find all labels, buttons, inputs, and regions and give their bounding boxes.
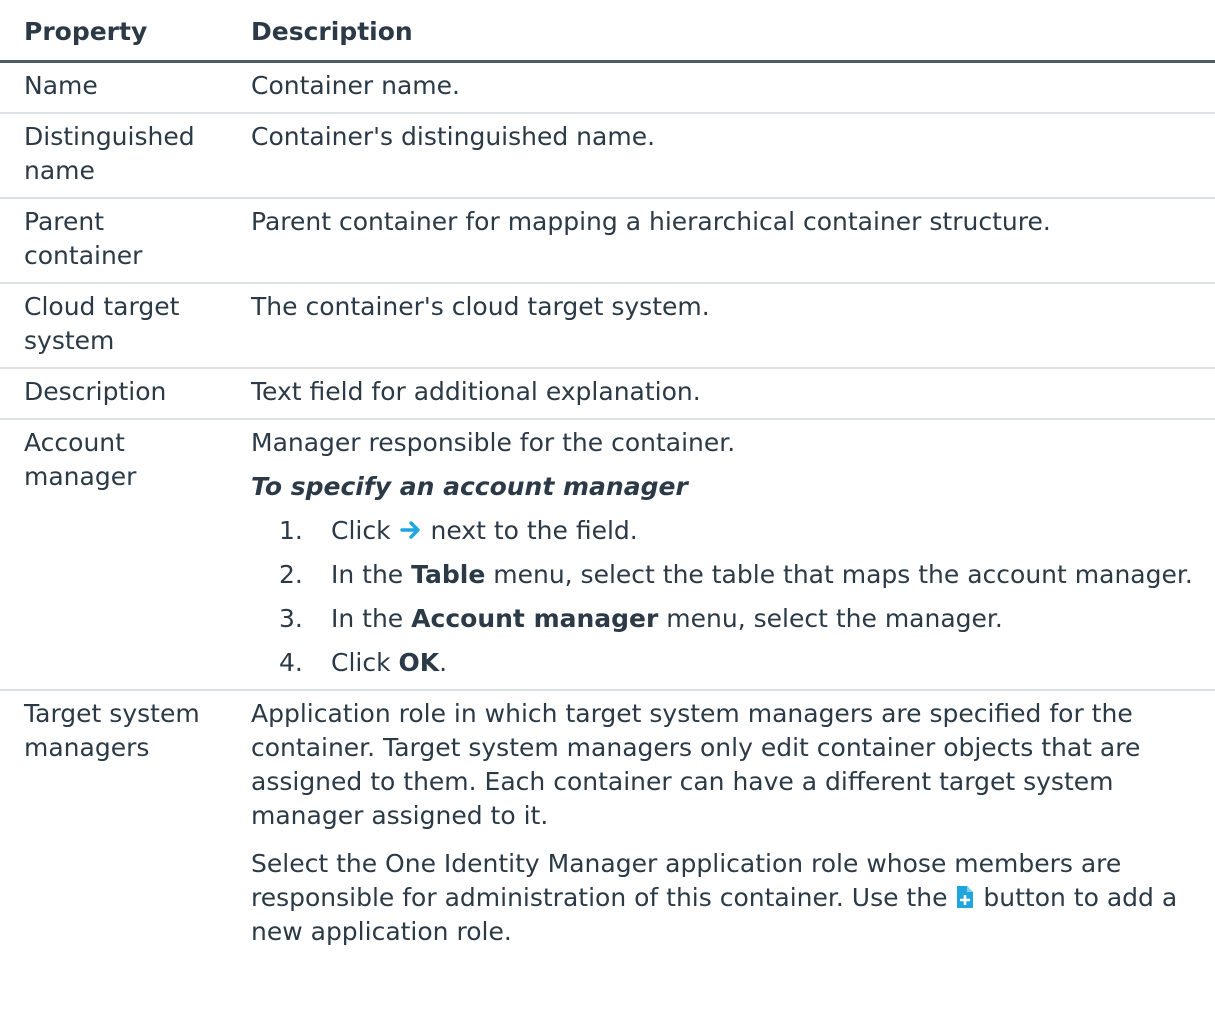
step-text-before: Click [331, 516, 391, 545]
account-manager-description: Manager responsible for the container. [251, 428, 736, 457]
target-managers-paragraph-2: Select the One Identity Manager applicat… [251, 847, 1215, 949]
property-cell: Cloud target system [0, 283, 228, 369]
table-row: Parent container Parent container for ma… [0, 198, 1215, 284]
description-cell: Container's distinguished name. [228, 113, 1215, 199]
table-row-account-manager: Account manager Manager responsible for … [0, 419, 1215, 691]
description-cell: The container's cloud target system. [228, 283, 1215, 369]
procedure-step: 2. In the Table menu, select the table t… [251, 558, 1215, 592]
procedure-step: 1. Click next to the field. [251, 514, 1215, 548]
column-header-property: Property [0, 0, 228, 63]
property-cell: Parent container [0, 198, 228, 284]
step-number: 4. [279, 648, 303, 677]
table-row: Description Text field for additional ex… [0, 368, 1215, 420]
property-table: Property Description Name Container name… [0, 0, 1215, 958]
table-row-target-system-managers: Target system managers Application role … [0, 690, 1215, 958]
property-cell: Distinguished name [0, 113, 228, 199]
step-ui-term: Table [411, 560, 486, 589]
step-text-after: . [439, 648, 448, 677]
table-row: Name Container name. [0, 61, 1215, 114]
property-cell: Description [0, 368, 228, 420]
table-row: Cloud target system The container's clou… [0, 283, 1215, 369]
target-managers-paragraph: Application role in which target system … [251, 699, 1141, 830]
description-cell: Container name. [228, 61, 1215, 114]
description-cell: Parent container for mapping a hierarchi… [228, 198, 1215, 284]
table-header-row: Property Description [0, 0, 1215, 63]
step-text-after: menu, select the manager. [666, 604, 1003, 633]
arrow-right-icon [399, 516, 423, 539]
add-document-icon [955, 884, 975, 908]
step-ui-term: Account manager [411, 604, 659, 633]
document-page: Property Description Name Container name… [0, 0, 1215, 958]
procedure-steps: 1. Click next to the field. 2. In the Ta… [251, 514, 1215, 680]
description-cell: Application role in which target system … [228, 690, 1215, 958]
step-number: 1. [279, 516, 303, 545]
description-cell: Manager responsible for the container. T… [228, 419, 1215, 691]
property-cell: Target system managers [24, 699, 200, 762]
step-number: 3. [279, 604, 303, 633]
description-cell: Text field for additional explanation. [228, 368, 1215, 420]
step-ui-term: OK [398, 648, 440, 677]
table-row: Distinguished name Container's distingui… [0, 113, 1215, 199]
procedure-heading: To specify an account manager [251, 472, 688, 501]
procedure-step: 4. Click OK. [251, 646, 1215, 680]
property-cell: Account manager [0, 419, 228, 691]
step-number: 2. [279, 560, 303, 589]
step-text-before: Click [331, 648, 391, 677]
step-text-after: menu, select the table that maps the acc… [493, 560, 1193, 589]
procedure-step: 3. In the Account manager menu, select t… [251, 602, 1215, 636]
step-text-before: In the [331, 604, 404, 633]
step-text-after: next to the field. [430, 516, 638, 545]
property-cell: Name [0, 61, 228, 114]
column-header-description: Description [228, 0, 1215, 63]
step-text-before: In the [331, 560, 404, 589]
